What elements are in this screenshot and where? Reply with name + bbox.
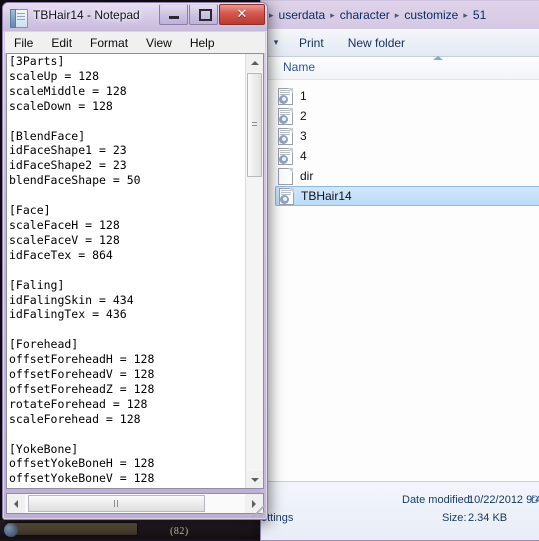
file-name: 4 bbox=[300, 149, 307, 163]
config-file-icon bbox=[279, 187, 294, 205]
column-header-row[interactable]: Name bbox=[261, 56, 539, 80]
notepad-text-content[interactable]: [3Parts] scaleUp = 128 scaleMiddle = 128… bbox=[9, 54, 245, 488]
chevron-right-icon[interactable]: ▸ bbox=[328, 10, 337, 21]
horizontal-scrollbar-thumb[interactable] bbox=[28, 495, 205, 512]
menu-view[interactable]: View bbox=[137, 34, 181, 52]
blank-file-icon bbox=[278, 167, 293, 185]
triangle-up-icon bbox=[250, 60, 259, 65]
game-hud-counter: (82) bbox=[170, 526, 189, 537]
column-header-name[interactable]: Name bbox=[283, 60, 315, 74]
window-title: TBHair14 - Notepad bbox=[33, 8, 140, 22]
close-button[interactable]: ✕ bbox=[219, 4, 265, 25]
file-name: 3 bbox=[300, 129, 307, 143]
menu-format[interactable]: Format bbox=[81, 34, 137, 52]
chevron-right-icon[interactable]: ▸ bbox=[393, 10, 402, 21]
file-name: 2 bbox=[300, 109, 307, 123]
menu-edit[interactable]: Edit bbox=[42, 34, 81, 52]
config-file-icon bbox=[278, 147, 293, 165]
breadcrumb[interactable]: ▸ userdata ▸ character ▸ customize ▸ 51 bbox=[261, 1, 539, 29]
file-name: TBHair14 bbox=[301, 189, 352, 203]
config-file-icon bbox=[278, 107, 293, 125]
window-controls[interactable]: ✕ bbox=[158, 4, 265, 25]
sort-ascending-icon bbox=[433, 56, 443, 60]
list-item-selected[interactable]: TBHair14 bbox=[275, 186, 539, 206]
size-label: Size: bbox=[442, 512, 467, 524]
notepad-window[interactable]: TBHair14 - Notepad ✕ File Edit Format Vi… bbox=[2, 2, 268, 520]
breadcrumb-item-userdata[interactable]: userdata bbox=[276, 8, 329, 22]
list-item[interactable]: 4 bbox=[261, 146, 539, 166]
game-hud-bar bbox=[6, 522, 138, 536]
toolbar-overflow-caret-icon[interactable]: ▾ bbox=[265, 37, 287, 48]
minimize-icon bbox=[169, 16, 179, 19]
date-modified-value: 10/22/2012 9:48 PM bbox=[468, 494, 539, 506]
notepad-icon bbox=[10, 9, 28, 28]
vertical-scrollbar[interactable] bbox=[245, 54, 263, 488]
scroll-up-button[interactable] bbox=[246, 54, 263, 71]
file-name: dir bbox=[300, 169, 314, 183]
breadcrumb-item-51[interactable]: 51 bbox=[470, 8, 489, 22]
file-list[interactable]: 1 2 3 4 dir TBHair14 bbox=[261, 80, 539, 506]
list-item[interactable]: 1 bbox=[261, 86, 539, 106]
clipped-date-column-text: Da bbox=[531, 494, 539, 506]
config-file-icon bbox=[278, 87, 293, 105]
scrollbar-grip-icon bbox=[113, 500, 120, 507]
game-hud-number: 82 bbox=[173, 526, 185, 537]
new-folder-button[interactable]: New folder bbox=[336, 33, 417, 53]
scrollbar-grip-icon bbox=[252, 122, 257, 128]
triangle-left-icon bbox=[14, 499, 18, 508]
config-file-icon bbox=[278, 127, 293, 145]
resize-grip-icon[interactable] bbox=[252, 505, 265, 518]
explorer-toolbar[interactable]: ▾ Print New folder bbox=[261, 29, 539, 57]
file-name: 1 bbox=[300, 89, 307, 103]
triangle-down-icon bbox=[250, 477, 259, 482]
scroll-down-button[interactable] bbox=[246, 471, 263, 488]
maximize-icon bbox=[199, 9, 212, 21]
breadcrumb-item-customize[interactable]: customize bbox=[401, 8, 461, 22]
list-item[interactable]: 2 bbox=[261, 106, 539, 126]
notepad-titlebar[interactable]: TBHair14 - Notepad ✕ bbox=[3, 3, 267, 31]
chevron-right-icon[interactable]: ▸ bbox=[461, 10, 470, 21]
vertical-scrollbar-thumb[interactable] bbox=[247, 73, 262, 177]
horizontal-scrollbar-track[interactable] bbox=[25, 494, 245, 513]
game-hud-strip: (82) bbox=[0, 520, 300, 539]
menu-help[interactable]: Help bbox=[181, 34, 224, 52]
notepad-editor[interactable]: [3Parts] scaleUp = 128 scaleMiddle = 128… bbox=[6, 53, 264, 489]
notepad-menubar[interactable]: File Edit Format View Help bbox=[5, 31, 265, 53]
close-icon: ✕ bbox=[236, 6, 248, 21]
menu-file[interactable]: File bbox=[5, 34, 42, 52]
date-modified-label: Date modified: bbox=[402, 494, 473, 506]
minimize-button[interactable] bbox=[159, 4, 188, 25]
list-item[interactable]: dir bbox=[261, 166, 539, 186]
list-item[interactable]: 3 bbox=[261, 126, 539, 146]
scroll-left-button[interactable] bbox=[7, 494, 25, 513]
details-pane: Date modified: 10/22/2012 9:48 PM Size: … bbox=[261, 481, 539, 540]
game-hud-orb bbox=[4, 523, 18, 537]
print-button[interactable]: Print bbox=[287, 33, 336, 53]
breadcrumb-item-character[interactable]: character bbox=[337, 8, 393, 22]
explorer-window[interactable]: ▸ userdata ▸ character ▸ customize ▸ 51 … bbox=[260, 0, 539, 541]
game-hud-paren-right: ) bbox=[184, 526, 189, 537]
horizontal-scrollbar[interactable] bbox=[6, 493, 264, 514]
breadcrumb-root-chevron-icon[interactable]: ▸ bbox=[267, 10, 276, 21]
maximize-button[interactable] bbox=[189, 4, 218, 25]
size-value: 2.34 KB bbox=[468, 512, 508, 524]
